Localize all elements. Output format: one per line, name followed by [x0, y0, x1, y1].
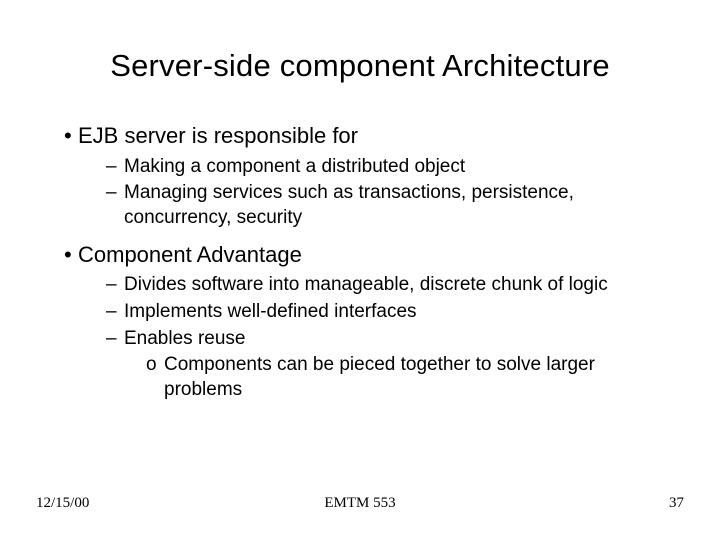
bullet-level2: –Managing services such as transactions,… — [56, 181, 664, 230]
list-item: Divides software into manageable, discre… — [124, 274, 608, 295]
bullet-level1: •EJB server is responsible for — [56, 122, 664, 151]
dash-icon: – — [106, 273, 124, 298]
list-item: Making a component a distributed object — [124, 156, 465, 177]
bullet-level2: –Divides software into manageable, discr… — [56, 273, 664, 298]
circle-icon: o — [146, 353, 164, 378]
dash-icon: – — [106, 300, 124, 325]
bullet-level1: •Component Advantage — [56, 241, 664, 270]
bullet-level2: –Enables reuse — [56, 327, 664, 352]
footer-course: EMTM 553 — [0, 495, 720, 512]
list-item: Enables reuse — [124, 328, 245, 349]
section-heading: EJB server is responsible for — [78, 123, 358, 148]
slide-title: Server-side component Architecture — [56, 48, 664, 84]
bullet-level3: oComponents can be pieced together to so… — [56, 353, 664, 402]
slide-body: •EJB server is responsible for –Making a… — [56, 122, 664, 403]
bullet-level2: –Implements well-defined interfaces — [56, 300, 664, 325]
bullet-level2: –Making a component a distributed object — [56, 155, 664, 180]
dash-icon: – — [106, 155, 124, 180]
bullet-dot-icon: • — [64, 241, 78, 270]
slide: Server-side component Architecture •EJB … — [0, 0, 720, 540]
slide-footer: 12/15/00 EMTM 553 37 — [0, 495, 720, 512]
dash-icon: – — [106, 181, 124, 206]
section-heading: Component Advantage — [78, 242, 302, 267]
list-item: Implements well-defined interfaces — [124, 301, 417, 322]
list-item: Managing services such as transactions, … — [124, 182, 574, 228]
list-item: Components can be pieced together to sol… — [164, 354, 595, 400]
bullet-dot-icon: • — [64, 122, 78, 151]
dash-icon: – — [106, 327, 124, 352]
